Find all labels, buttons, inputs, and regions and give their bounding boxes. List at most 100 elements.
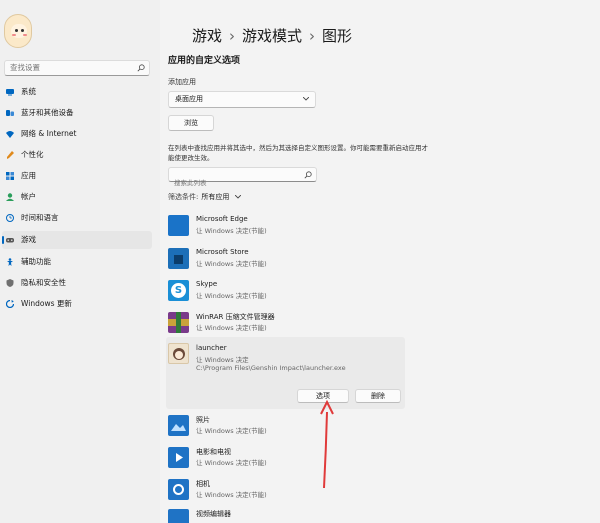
genshin-launcher-icon	[168, 343, 189, 364]
app-name: 视频编辑器	[196, 510, 231, 518]
sidebar-item-network[interactable]: 网络 & Internet	[2, 125, 152, 143]
search-icon[interactable]	[304, 171, 312, 179]
app-list-search[interactable]	[168, 167, 317, 187]
app-name: Microsoft Edge	[196, 215, 248, 223]
camera-icon	[168, 479, 189, 500]
options-button[interactable]: 选项	[297, 389, 349, 403]
breadcrumb-graphics: 图形	[322, 27, 353, 45]
privacy-icon	[6, 279, 14, 287]
sidebar-item-label: 个性化	[21, 150, 44, 159]
chevron-down-icon	[303, 97, 309, 101]
accessibility-icon	[7, 258, 13, 266]
app-name: Microsoft Store	[196, 248, 249, 256]
windows-update-icon	[6, 300, 14, 308]
filter-value[interactable]: 所有应用	[201, 193, 229, 201]
sidebar-item-label: 隐私和安全性	[21, 278, 66, 287]
app-gpu-preference: 让 Windows 决定(节能)	[196, 427, 267, 435]
sidebar-item-label: 游戏	[21, 235, 36, 244]
apps-icon	[6, 172, 14, 180]
browse-button[interactable]: 浏览	[168, 115, 214, 131]
sidebar-item-label: 辅助功能	[21, 257, 51, 266]
sidebar-item-label: 蓝牙和其他设备	[21, 108, 74, 117]
sidebar-item-label: 系统	[21, 87, 36, 96]
app-gpu-preference: 让 Windows 决定(节能)	[196, 324, 267, 332]
network-icon	[6, 131, 14, 138]
chevron-down-icon	[234, 194, 241, 199]
settings-search-input[interactable]	[10, 63, 130, 72]
video-editor-icon	[168, 509, 189, 523]
sidebar-item-personalization[interactable]: 个性化	[2, 146, 152, 164]
edge-icon	[168, 215, 189, 236]
sidebar-item-system[interactable]: 系统	[2, 83, 152, 101]
app-type-selected: 桌面应用	[175, 95, 203, 103]
app-type-dropdown[interactable]: 桌面应用	[168, 91, 316, 108]
sidebar-item-accounts[interactable]: 帐户	[2, 188, 152, 206]
time-language-icon	[6, 214, 14, 222]
app-name: launcher	[196, 344, 227, 352]
app-gpu-preference: 让 Windows 决定(节能)	[196, 491, 267, 499]
app-gpu-preference: 让 Windows 决定(节能)	[196, 292, 267, 300]
main-content: 游戏 › 游戏模式 › 图形 应用的自定义选项 添加应用 桌面应用 浏览 在列表中查找应…	[160, 0, 600, 523]
breadcrumb-separator: ›	[229, 27, 236, 45]
sidebar-item-bluetooth[interactable]: 蓝牙和其他设备	[2, 104, 152, 122]
app-name: 电影和电视	[196, 448, 231, 456]
breadcrumb-gaming[interactable]: 游戏	[192, 27, 222, 45]
sidebar-item-apps[interactable]: 应用	[2, 167, 152, 185]
filter-label: 筛选条件:	[168, 193, 199, 201]
skype-icon: S	[168, 280, 189, 301]
sidebar: 系统 蓝牙和其他设备 网络 & Internet 个性化 应用 帐户 时间和语言…	[0, 0, 160, 523]
sidebar-item-label: 网络 & Internet	[21, 129, 77, 138]
app-gpu-preference: 让 Windows 决定(节能)	[196, 459, 267, 467]
avatar-eye-right	[21, 29, 24, 32]
sidebar-item-label: 帐户	[21, 192, 36, 201]
avatar-eye-left	[15, 29, 18, 32]
winrar-icon	[168, 312, 189, 333]
app-item-photos[interactable]: 照片 让 Windows 决定(节能)	[168, 412, 406, 443]
avatar-blush-left	[12, 34, 16, 36]
filter-row[interactable]: 筛选条件: 所有应用	[168, 192, 241, 202]
settings-search[interactable]	[4, 60, 150, 76]
app-item-video-editor[interactable]: 视频编辑器	[168, 506, 406, 523]
sidebar-item-label: 时间和语言	[21, 213, 59, 222]
avatar-blush-right	[23, 34, 27, 36]
custom-description: 在列表中查找应用并将其选中，然后为其选择自定义图形设置。你可能需要重新启动应用才…	[168, 144, 428, 162]
breadcrumb-separator: ›	[309, 27, 316, 45]
gaming-icon	[6, 238, 14, 243]
app-name: 照片	[196, 416, 210, 424]
app-item-edge[interactable]: Microsoft Edge 让 Windows 决定(节能)	[168, 212, 406, 243]
app-item-skype[interactable]: S Skype 让 Windows 决定(节能)	[168, 277, 406, 308]
sidebar-item-windows-update[interactable]: Windows 更新	[2, 295, 152, 313]
add-app-label: 添加应用	[168, 78, 196, 86]
custom-options-heading: 应用的自定义选项	[168, 56, 241, 66]
app-gpu-preference: 让 Windows 决定(节能)	[196, 260, 267, 268]
movies-tv-icon	[168, 447, 189, 468]
active-indicator	[2, 236, 4, 244]
search-icon[interactable]	[137, 64, 145, 72]
photos-icon	[168, 415, 189, 436]
sidebar-item-accessibility[interactable]: 辅助功能	[2, 253, 152, 271]
app-item-launcher-expanded[interactable]: launcher 让 Windows 决定 C:\Program Files\G…	[166, 337, 405, 409]
system-icon	[6, 89, 14, 96]
app-item-winrar[interactable]: WinRAR 压缩文件管理器 让 Windows 决定(节能)	[168, 309, 406, 340]
user-avatar[interactable]	[4, 14, 32, 48]
sidebar-item-label: Windows 更新	[21, 299, 72, 308]
bluetooth-icon	[6, 110, 14, 116]
app-gpu-preference: 让 Windows 决定	[196, 356, 249, 364]
sidebar-item-privacy[interactable]: 隐私和安全性	[2, 274, 152, 292]
accounts-icon	[6, 193, 14, 201]
app-item-store[interactable]: Microsoft Store 让 Windows 决定(节能)	[168, 245, 406, 276]
sidebar-item-gaming[interactable]: 游戏	[2, 231, 152, 249]
app-name: Skype	[196, 280, 218, 288]
app-name: WinRAR 压缩文件管理器	[196, 313, 275, 321]
app-gpu-preference: 让 Windows 决定(节能)	[196, 227, 267, 235]
breadcrumb-game-mode[interactable]: 游戏模式	[242, 27, 302, 45]
app-list-search-input[interactable]	[174, 179, 294, 187]
app-name: 相机	[196, 480, 210, 488]
app-item-movies-tv[interactable]: 电影和电视 让 Windows 决定(节能)	[168, 444, 406, 475]
app-item-camera[interactable]: 相机 让 Windows 决定(节能)	[168, 476, 406, 507]
app-path: C:\Program Files\Genshin Impact\launcher…	[196, 364, 346, 372]
personalization-icon	[7, 151, 14, 159]
sidebar-item-label: 应用	[21, 171, 36, 180]
sidebar-item-time-language[interactable]: 时间和语言	[2, 209, 152, 227]
remove-button[interactable]: 删除	[355, 389, 401, 403]
